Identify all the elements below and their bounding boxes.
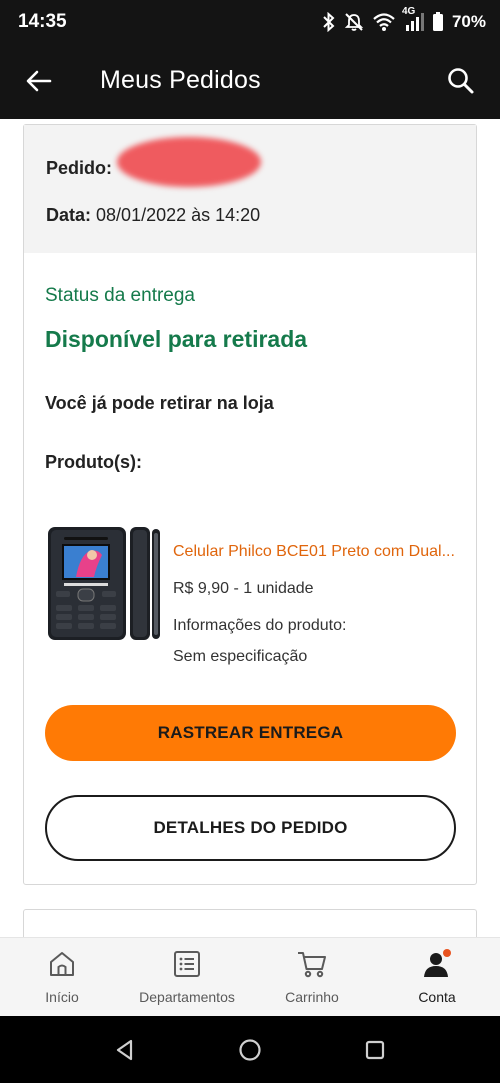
network-type: 4G xyxy=(401,6,416,17)
search-icon xyxy=(448,68,474,94)
system-nav-bar xyxy=(0,1016,500,1083)
search-button[interactable] xyxy=(444,64,478,98)
system-recents-icon[interactable] xyxy=(361,1036,389,1064)
home-icon xyxy=(50,952,74,976)
nav-label-inicio: Início xyxy=(45,989,79,1005)
back-button[interactable] xyxy=(22,64,56,98)
order-details-button[interactable]: DETALHES DO PEDIDO xyxy=(45,795,456,861)
orders-list[interactable]: Pedido: Data: 08/01/2022 às 14:20 Status… xyxy=(0,119,500,937)
status-time: 14:35 xyxy=(18,11,67,32)
nav-label-conta: Conta xyxy=(418,989,456,1005)
nav-label-departamentos: Departamentos xyxy=(139,989,235,1005)
battery-level: 70% xyxy=(451,12,486,31)
delivery-status-label: Status da entrega xyxy=(45,285,195,306)
product-spec: Sem especificação xyxy=(173,648,308,665)
mute-icon xyxy=(344,12,364,32)
bottom-nav: Início Departamentos Carrinho Conta xyxy=(0,937,500,1016)
delivery-status-value: Disponível para retirada xyxy=(45,326,308,352)
track-delivery-button[interactable]: RASTREAR ENTREGA xyxy=(45,705,456,761)
status-icons: 4G 70% xyxy=(322,6,486,34)
order-number-row: Pedido: xyxy=(46,158,112,179)
list-icon xyxy=(174,951,200,977)
page-title: Meus Pedidos xyxy=(100,66,261,94)
order-date-label: Data: xyxy=(46,205,92,225)
nav-label-carrinho: Carrinho xyxy=(285,989,339,1005)
system-home-icon[interactable] xyxy=(236,1036,264,1064)
wifi-icon xyxy=(372,12,396,32)
product-name-link[interactable]: Celular Philco BCE01 Preto com Dual... xyxy=(173,543,463,561)
next-order-card[interactable] xyxy=(23,909,477,937)
battery-icon xyxy=(432,12,444,32)
product-price-quantity: R$ 9,90 - 1 unidade xyxy=(173,580,314,597)
notification-dot xyxy=(443,949,451,957)
account-icon xyxy=(424,949,451,977)
nav-item-departamentos[interactable]: Departamentos xyxy=(132,938,242,1017)
redacted-order-number xyxy=(117,137,261,187)
order-header: Pedido: Data: 08/01/2022 às 14:20 xyxy=(24,125,476,253)
nav-item-inicio[interactable]: Início xyxy=(22,938,102,1017)
system-back-icon[interactable] xyxy=(111,1036,139,1064)
cart-icon xyxy=(298,952,326,978)
nav-item-conta[interactable]: Conta xyxy=(397,938,477,1017)
pickup-message: Você já pode retirar na loja xyxy=(45,393,274,413)
order-date-value: 08/01/2022 às 14:20 xyxy=(96,205,261,225)
signal-icon: 4G xyxy=(402,6,424,32)
status-bar: 14:35 4G 70% xyxy=(0,0,500,44)
app-bar: Meus Pedidos xyxy=(0,44,500,119)
product-info-label: Informações do produto: xyxy=(173,617,347,634)
product-image[interactable] xyxy=(46,525,161,645)
products-label: Produto(s): xyxy=(45,452,142,472)
nav-item-carrinho[interactable]: Carrinho xyxy=(272,938,352,1017)
order-card: Pedido: Data: 08/01/2022 às 14:20 Status… xyxy=(23,124,477,885)
order-number-label: Pedido: xyxy=(46,158,112,178)
back-arrow-icon xyxy=(26,70,52,92)
order-date-row: Data: 08/01/2022 às 14:20 xyxy=(46,205,260,226)
bluetooth-icon xyxy=(322,12,336,32)
